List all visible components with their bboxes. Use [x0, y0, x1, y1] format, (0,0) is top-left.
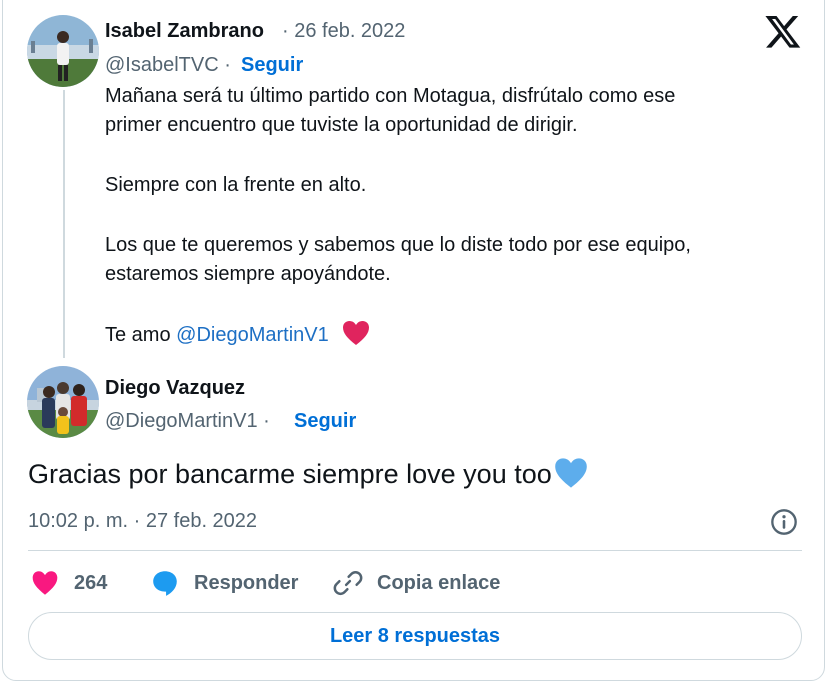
link-icon [333, 568, 363, 598]
tweet-line-6: Te amo @DiegoMartinV1 [105, 320, 370, 350]
author-handle-isabel[interactable]: @IsabelTVC · [105, 54, 231, 77]
info-icon[interactable] [770, 508, 798, 536]
author-handle-diego[interactable]: @DiegoMartinV1 · [105, 410, 270, 433]
like-count: 264 [74, 571, 108, 594]
tweet-line-5: estaremos siempre apoyándote. [105, 263, 391, 285]
thread-connector-line [63, 90, 65, 358]
heart-icon [30, 568, 60, 598]
tweet-line-6-prefix: Te amo [105, 324, 171, 346]
reply-text: Gracias por bancarme siempre love you to… [28, 457, 588, 490]
avatar-diego[interactable] [27, 366, 99, 438]
follow-diego-button[interactable]: Seguir [294, 410, 356, 433]
read-replies-label: Leer 8 respuestas [329, 624, 501, 647]
tweet-line-2: primer encuentro que tuviste la oportuni… [105, 114, 578, 136]
blue-heart-icon [554, 458, 587, 488]
mention-link[interactable]: @DiegoMartinV1 [176, 324, 329, 346]
tweet-line-1: Mañana será tu último partido con Motagu… [105, 85, 676, 107]
author-name-diego[interactable]: Diego Vazquez [105, 377, 245, 400]
avatar-isabel-image [27, 15, 99, 87]
reply-timestamp[interactable]: 10:02 p. m. · 27 feb. 2022 [28, 510, 257, 533]
tweet-line-4: Los que te queremos y sabemos que lo dis… [105, 234, 691, 256]
copy-link-button[interactable]: Copia enlace [333, 567, 500, 599]
avatar-isabel[interactable] [27, 15, 99, 87]
follow-isabel-button[interactable]: Seguir [241, 54, 303, 77]
reply-text-content: Gracias por bancarme siempre love you to… [28, 459, 552, 489]
tweet-line-3: Siempre con la frente en alto. [105, 174, 367, 196]
avatar-diego-image [27, 366, 99, 438]
copy-link-label: Copia enlace [377, 571, 501, 594]
author-name-isabel[interactable]: Isabel Zambrano [105, 20, 264, 43]
action-divider [28, 550, 802, 551]
red-heart-icon [343, 321, 370, 345]
reply-label: Responder [194, 571, 299, 594]
x-logo-icon[interactable] [764, 12, 802, 50]
read-replies-button[interactable]: Leer 8 respuestas [28, 612, 802, 660]
like-button[interactable]: 264 [30, 567, 107, 599]
reply-button[interactable]: Responder [150, 567, 298, 599]
tweet-date[interactable]: · 26 feb. 2022 [282, 20, 405, 43]
speech-bubble-icon [150, 568, 180, 598]
